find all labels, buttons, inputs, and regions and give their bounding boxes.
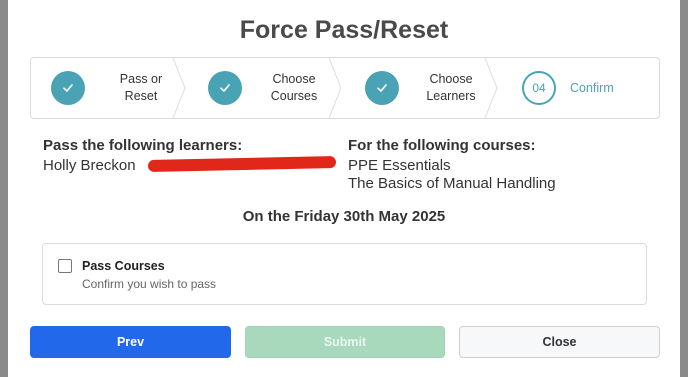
prev-button[interactable]: Prev [30,326,231,358]
learner-name: Holly Breckon [43,157,136,174]
step-choose-learners[interactable]: Choose Learners [365,58,491,118]
pass-courses-checkbox[interactable] [58,259,72,273]
pass-courses-description: Confirm you wish to pass [82,277,217,291]
step-choose-courses[interactable]: Choose Courses [208,58,334,118]
wizard-stepper: Pass or Reset Choose Courses Choose Lear… [30,57,660,119]
submit-button[interactable]: Submit [245,326,445,358]
step-separator-chevron [172,58,186,118]
step-2-check-icon [208,71,242,105]
learners-heading: Pass the following learners: [43,137,243,154]
backdrop-right [680,0,688,377]
redacted-email [147,156,337,172]
course-item: The Basics of Manual Handling [348,175,556,192]
modal-title: Force Pass/Reset [239,16,449,44]
step-confirm[interactable]: 04 Confirm [522,58,614,118]
step-3-label: Choose Learners [426,72,476,103]
step-4-number: 04 [522,71,556,105]
step-pass-or-reset[interactable]: Pass or Reset [51,58,181,118]
course-item: PPE Essentials [348,157,451,174]
pass-date: On the Friday 30th May 2025 [242,208,446,225]
pass-courses-label[interactable]: Pass Courses [82,259,165,273]
backdrop-left [0,0,8,377]
force-pass-reset-modal: Force Pass/Reset Pass or Reset Choose Co… [8,0,680,377]
step-3-check-icon [365,71,399,105]
step-1-label: Pass or Reset [119,72,163,103]
step-1-check-icon [51,71,85,105]
close-button[interactable]: Close [459,326,660,358]
confirm-panel: Pass Courses Confirm you wish to pass [42,243,647,305]
step-separator-chevron [484,58,498,118]
courses-heading: For the following courses: [348,137,536,154]
step-2-label: Choose Courses [270,72,318,103]
step-4-label: Confirm [570,80,614,95]
step-separator-chevron [328,58,342,118]
